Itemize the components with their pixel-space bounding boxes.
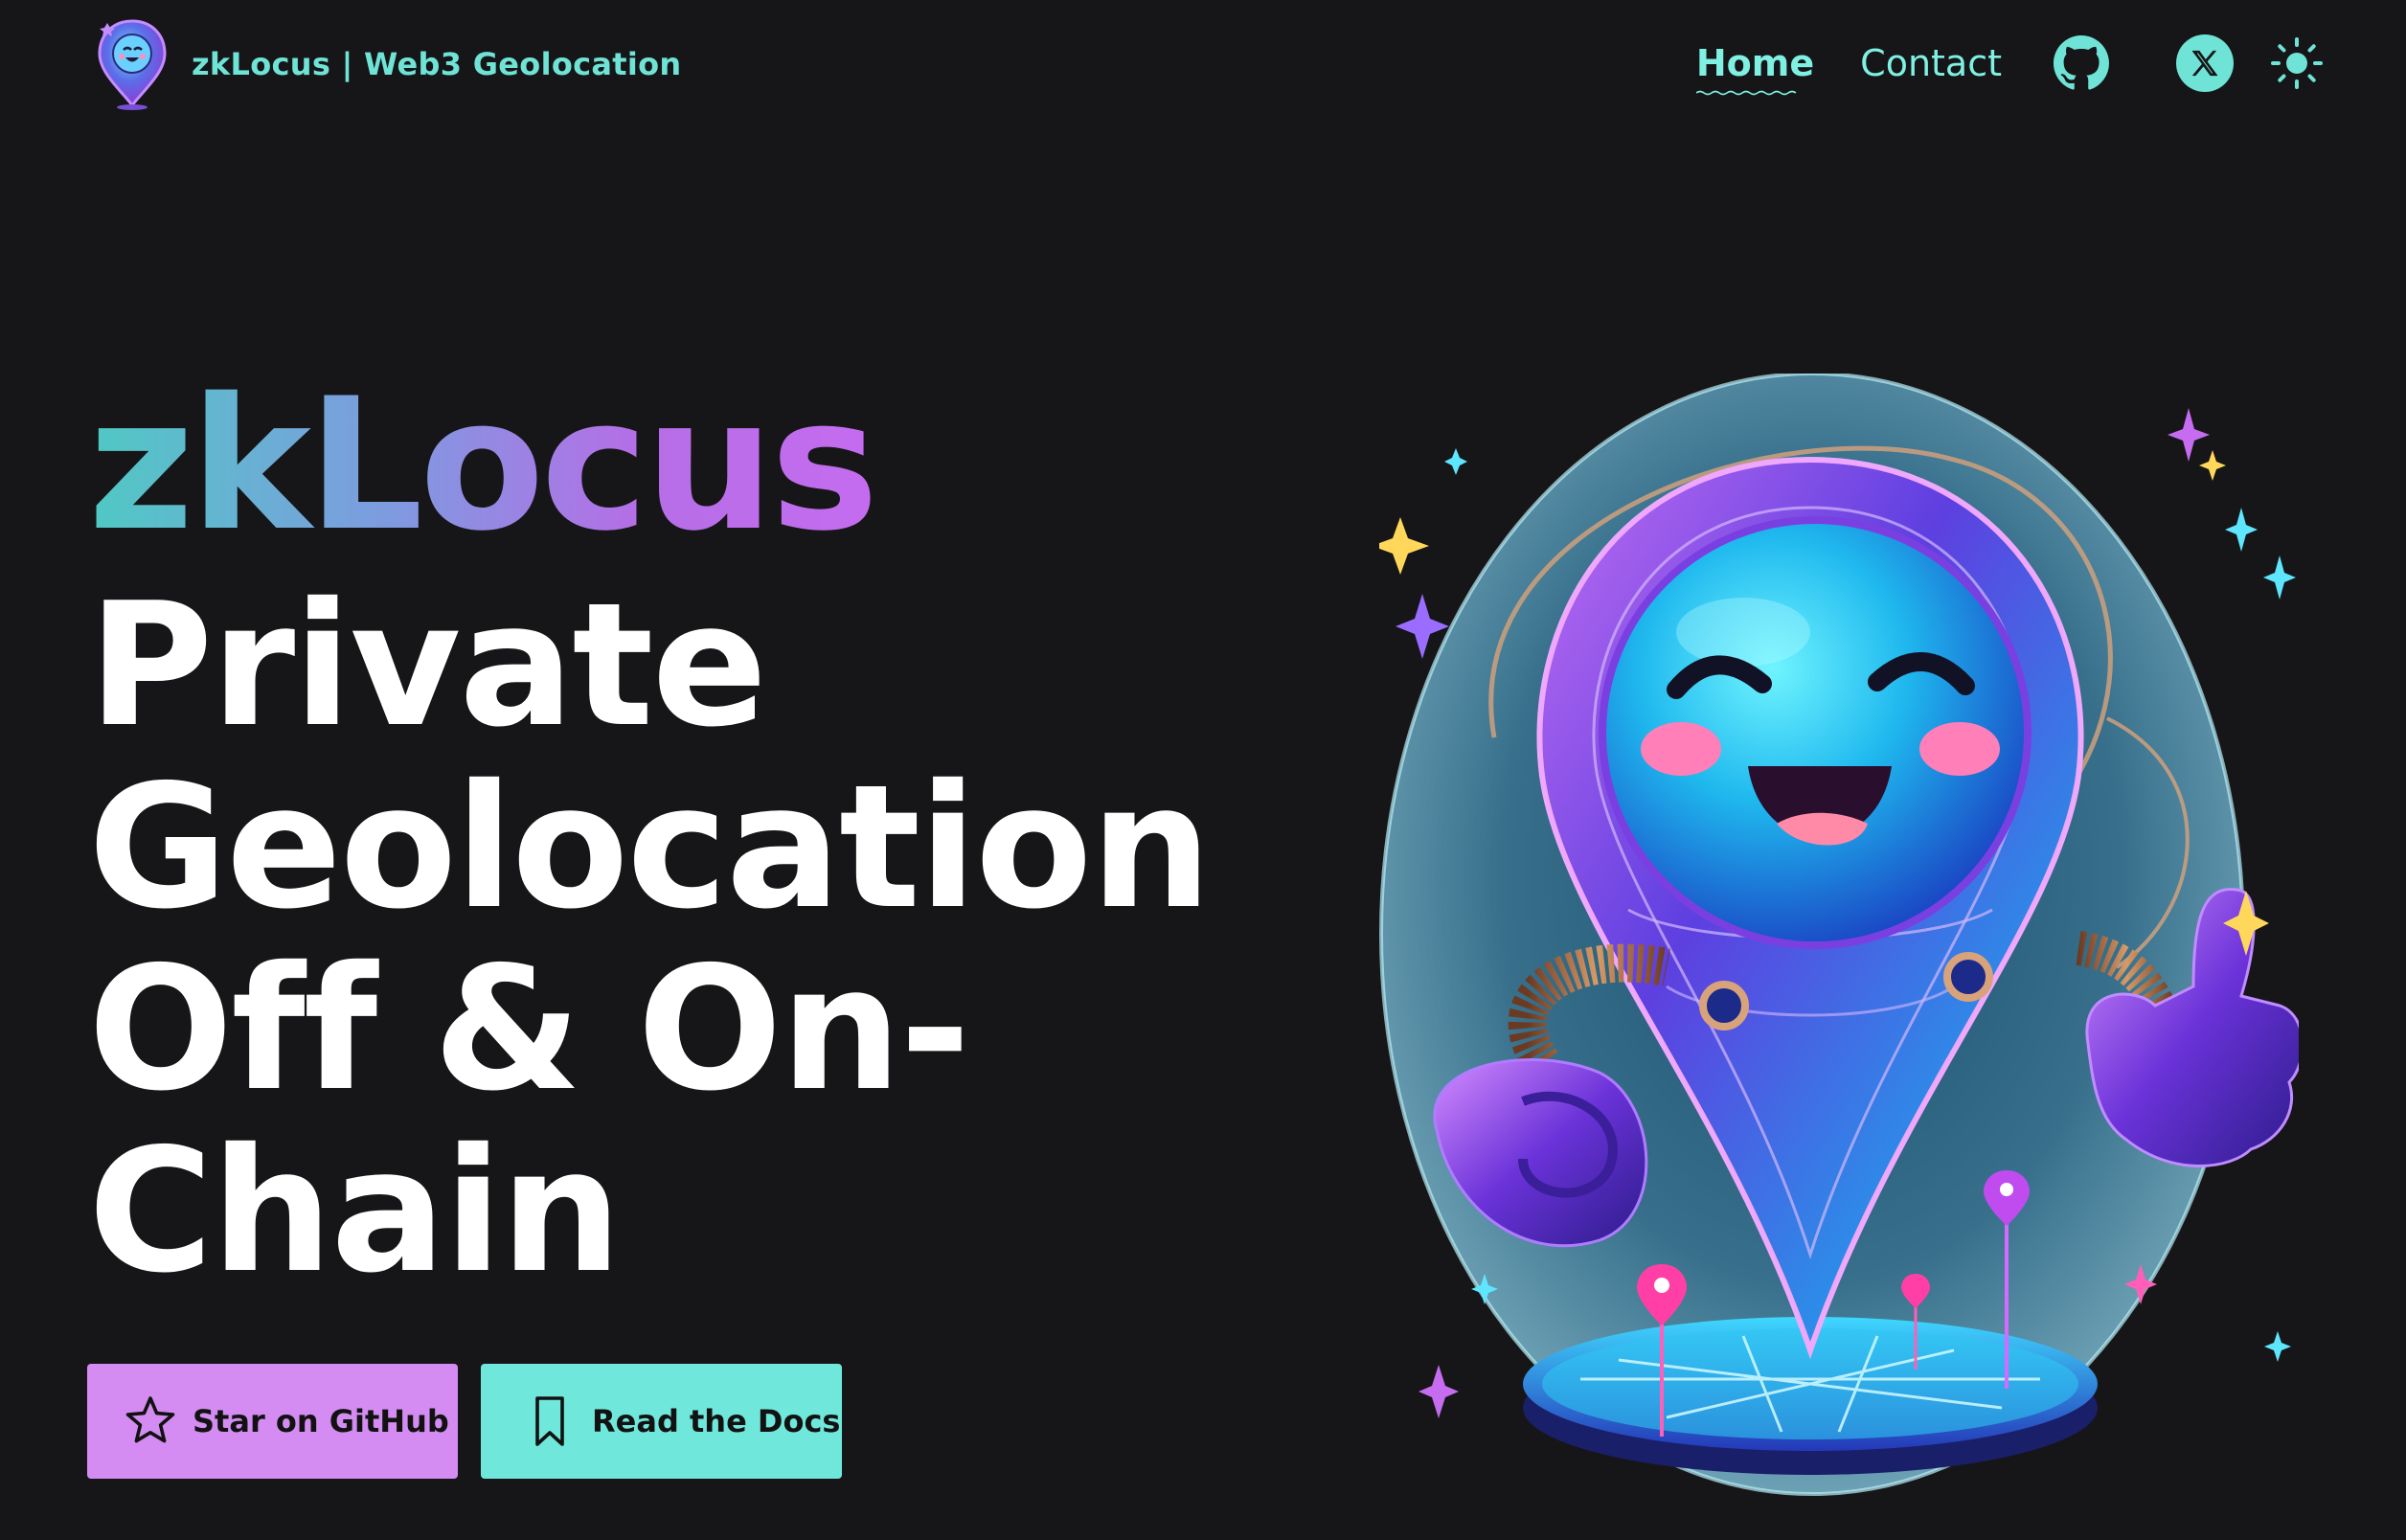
hero-heading-line: Chain bbox=[88, 1112, 622, 1310]
nav-contact-label: Contact bbox=[1860, 42, 2002, 84]
x-glyph bbox=[2191, 50, 2218, 77]
nav-home-link[interactable]: Home bbox=[1695, 42, 1815, 96]
sun-icon[interactable] bbox=[2270, 36, 2324, 90]
bookmark-icon bbox=[535, 1396, 564, 1446]
hero-heading-line: Geolocation bbox=[88, 748, 1212, 946]
hero-brand-name: zkLocus bbox=[88, 359, 879, 571]
hero-heading-line: Off & On- bbox=[88, 930, 970, 1128]
star-icon bbox=[125, 1396, 175, 1443]
nav-home-label: Home bbox=[1695, 42, 1815, 84]
github-glyph bbox=[2054, 35, 2109, 90]
star-on-github-button[interactable]: Star on GitHub bbox=[87, 1364, 458, 1479]
main-nav: Home Contact bbox=[1695, 29, 2324, 98]
hero-heading: Private Geolocation Off & On- Chain bbox=[88, 575, 1352, 1302]
mascot-illustration bbox=[1379, 374, 2299, 1496]
site-title: zkLocus | Web3 Geolocation bbox=[192, 46, 682, 82]
sun-glyph bbox=[2271, 37, 2323, 89]
x-twitter-icon[interactable] bbox=[2176, 34, 2234, 92]
page: zkLocus | Web3 Geolocation Home Contact bbox=[0, 0, 2406, 1540]
hero-heading-line: Private bbox=[88, 566, 767, 764]
star-on-github-label: Star on GitHub bbox=[193, 1403, 449, 1439]
nav-contact-link[interactable]: Contact bbox=[1860, 42, 2002, 84]
map-pin-mascot-icon bbox=[98, 19, 167, 110]
read-the-docs-button[interactable]: Read the Docs bbox=[481, 1364, 842, 1479]
brand-link[interactable]: zkLocus | Web3 Geolocation bbox=[94, 17, 682, 111]
read-the-docs-label: Read the Docs bbox=[592, 1403, 841, 1439]
active-wavy-underline bbox=[1695, 90, 1797, 96]
github-icon[interactable] bbox=[2054, 35, 2109, 91]
